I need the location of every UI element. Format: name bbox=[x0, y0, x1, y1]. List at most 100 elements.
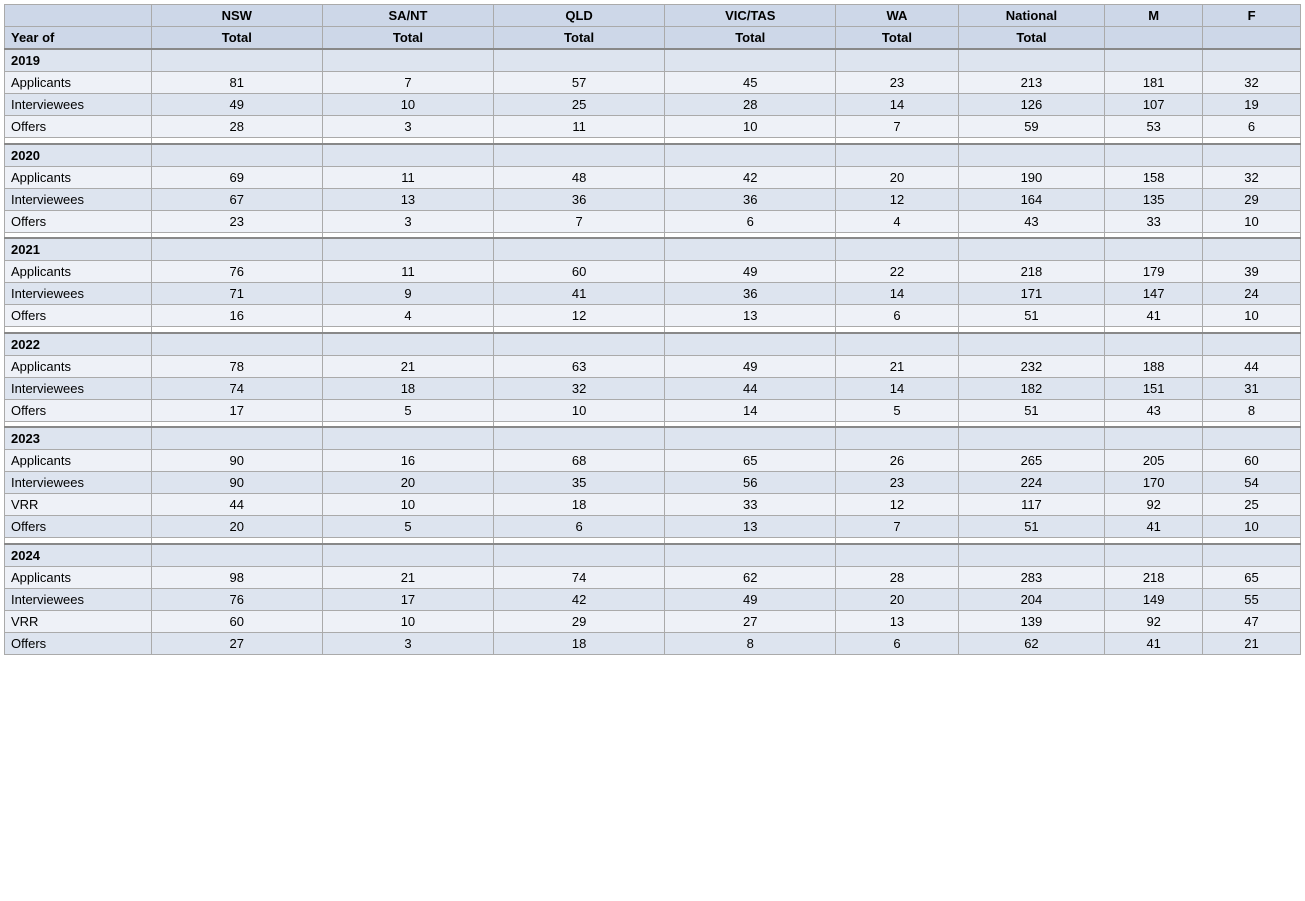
row-value: 44 bbox=[1203, 355, 1301, 377]
table-row: Applicants782163492123218844 bbox=[5, 355, 1301, 377]
header-national: National bbox=[958, 5, 1105, 27]
row-value: 20 bbox=[836, 588, 958, 610]
row-value: 92 bbox=[1105, 494, 1203, 516]
year-header-row: 2021 bbox=[5, 238, 1301, 261]
table-row: VRR44101833121179225 bbox=[5, 494, 1301, 516]
row-value: 65 bbox=[1203, 566, 1301, 588]
header-yearof: Year of bbox=[5, 27, 152, 50]
row-value: 51 bbox=[958, 399, 1105, 421]
row-value: 78 bbox=[151, 355, 322, 377]
row-value: 12 bbox=[494, 305, 665, 327]
row-value: 171 bbox=[958, 283, 1105, 305]
year-empty-cell bbox=[958, 49, 1105, 72]
year-empty-cell bbox=[958, 333, 1105, 356]
row-value: 25 bbox=[494, 94, 665, 116]
header-sant: SA/NT bbox=[322, 5, 493, 27]
row-value: 188 bbox=[1105, 355, 1203, 377]
row-value: 13 bbox=[665, 516, 836, 538]
year-empty-cell bbox=[1105, 238, 1203, 261]
row-value: 218 bbox=[958, 261, 1105, 283]
row-value: 21 bbox=[1203, 632, 1301, 654]
header-empty bbox=[5, 5, 152, 27]
row-value: 10 bbox=[665, 116, 836, 138]
year-empty-cell bbox=[1203, 333, 1301, 356]
row-value: 13 bbox=[836, 610, 958, 632]
year-empty-cell bbox=[836, 427, 958, 450]
row-value: 11 bbox=[322, 261, 493, 283]
row-value: 4 bbox=[322, 305, 493, 327]
row-value: 5 bbox=[836, 399, 958, 421]
year-header-row: 2023 bbox=[5, 427, 1301, 450]
row-label: Interviewees bbox=[5, 188, 152, 210]
row-value: 60 bbox=[494, 261, 665, 283]
year-empty-cell bbox=[665, 144, 836, 167]
header-f: F bbox=[1203, 5, 1301, 27]
row-value: 10 bbox=[322, 610, 493, 632]
row-value: 41 bbox=[494, 283, 665, 305]
row-value: 44 bbox=[151, 494, 322, 516]
row-value: 10 bbox=[1203, 516, 1301, 538]
year-empty-cell bbox=[151, 144, 322, 167]
table-row: Applicants982174622828321865 bbox=[5, 566, 1301, 588]
row-label: Interviewees bbox=[5, 283, 152, 305]
row-value: 98 bbox=[151, 566, 322, 588]
row-value: 42 bbox=[494, 588, 665, 610]
row-label: Offers bbox=[5, 210, 152, 232]
row-label: Applicants bbox=[5, 166, 152, 188]
table-row: Interviewees491025281412610719 bbox=[5, 94, 1301, 116]
row-label: Applicants bbox=[5, 355, 152, 377]
row-value: 14 bbox=[665, 399, 836, 421]
row-value: 13 bbox=[665, 305, 836, 327]
year-header-row: 2019 bbox=[5, 49, 1301, 72]
year-empty-cell bbox=[151, 238, 322, 261]
row-value: 35 bbox=[494, 472, 665, 494]
year-empty-cell bbox=[836, 144, 958, 167]
row-value: 27 bbox=[665, 610, 836, 632]
row-value: 7 bbox=[322, 72, 493, 94]
row-value: 11 bbox=[494, 116, 665, 138]
row-value: 21 bbox=[836, 355, 958, 377]
row-value: 12 bbox=[836, 494, 958, 516]
header-row-2: Year of Total Total Total Total Total To… bbox=[5, 27, 1301, 50]
header-qld: QLD bbox=[494, 5, 665, 27]
row-value: 49 bbox=[665, 261, 836, 283]
row-value: 62 bbox=[958, 632, 1105, 654]
year-label: 2020 bbox=[5, 144, 152, 167]
row-value: 8 bbox=[665, 632, 836, 654]
row-value: 135 bbox=[1105, 188, 1203, 210]
row-value: 23 bbox=[836, 72, 958, 94]
year-empty-cell bbox=[665, 238, 836, 261]
header-nsw: NSW bbox=[151, 5, 322, 27]
row-value: 6 bbox=[836, 632, 958, 654]
row-value: 27 bbox=[151, 632, 322, 654]
row-value: 57 bbox=[494, 72, 665, 94]
row-label: Offers bbox=[5, 305, 152, 327]
row-value: 60 bbox=[151, 610, 322, 632]
row-value: 170 bbox=[1105, 472, 1203, 494]
year-label: 2023 bbox=[5, 427, 152, 450]
row-value: 10 bbox=[322, 494, 493, 516]
year-empty-cell bbox=[1203, 427, 1301, 450]
year-empty-cell bbox=[665, 333, 836, 356]
row-label: Offers bbox=[5, 399, 152, 421]
row-value: 10 bbox=[322, 94, 493, 116]
row-value: 3 bbox=[322, 116, 493, 138]
row-value: 147 bbox=[1105, 283, 1203, 305]
year-label: 2024 bbox=[5, 544, 152, 567]
row-value: 59 bbox=[958, 116, 1105, 138]
row-value: 20 bbox=[322, 472, 493, 494]
row-value: 31 bbox=[1203, 377, 1301, 399]
table-row: Interviewees671336361216413529 bbox=[5, 188, 1301, 210]
row-value: 6 bbox=[836, 305, 958, 327]
row-value: 67 bbox=[151, 188, 322, 210]
row-value: 139 bbox=[958, 610, 1105, 632]
row-label: VRR bbox=[5, 494, 152, 516]
year-header-row: 2024 bbox=[5, 544, 1301, 567]
row-value: 81 bbox=[151, 72, 322, 94]
row-value: 29 bbox=[494, 610, 665, 632]
row-value: 25 bbox=[1203, 494, 1301, 516]
row-value: 23 bbox=[836, 472, 958, 494]
row-label: Applicants bbox=[5, 566, 152, 588]
row-value: 22 bbox=[836, 261, 958, 283]
header-sant-total: Total bbox=[322, 27, 493, 50]
